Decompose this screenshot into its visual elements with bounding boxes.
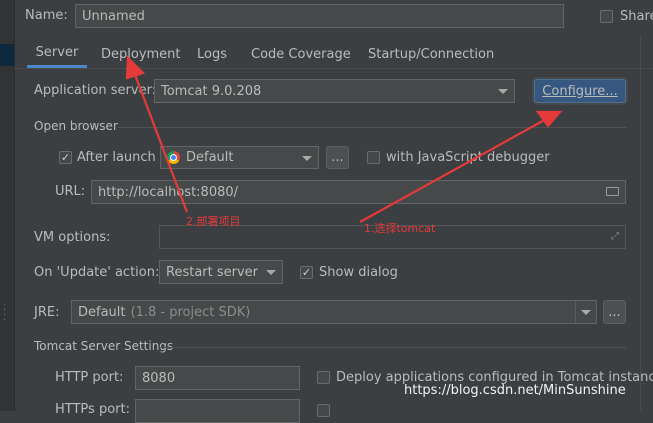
arrow-head-configure bbox=[535, 110, 563, 128]
annotation-step1: 1.选择tomcat bbox=[364, 222, 436, 235]
arrow-head-deployment bbox=[125, 55, 146, 80]
annotation-step2: 2.部署项目 bbox=[186, 215, 241, 228]
arrow-to-deployment bbox=[132, 71, 189, 213]
annotation-arrows bbox=[125, 55, 563, 223]
arrow-to-configure bbox=[359, 117, 549, 223]
watermark: https://blog.csdn.net/MinSunshine bbox=[404, 383, 626, 398]
